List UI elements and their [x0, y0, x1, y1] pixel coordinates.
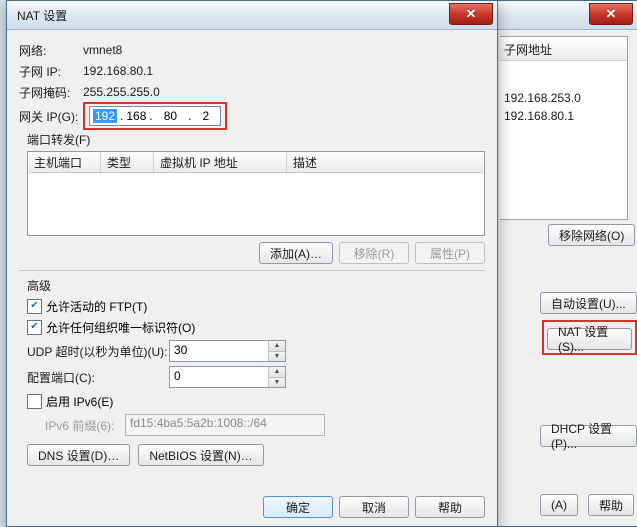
back-help-button[interactable]: 帮助 [588, 494, 634, 516]
dns-settings-button[interactable]: DNS 设置(D)… [27, 444, 130, 466]
help-button[interactable]: 帮助 [415, 496, 485, 518]
allow-oui-checkbox[interactable]: ✔ [27, 320, 42, 335]
spin-down-icon[interactable]: ▼ [269, 378, 285, 388]
gateway-octet-2[interactable]: 168 [126, 109, 146, 123]
col-type[interactable]: 类型 [101, 152, 154, 172]
col-vm-ip[interactable]: 虚拟机 IP 地址 [154, 152, 287, 172]
remove-button: 移除(R) [339, 242, 409, 264]
udp-timeout-label: UDP 超时(以秒为单位)(U): [27, 343, 169, 360]
back-a-button[interactable]: (A) [540, 494, 578, 516]
ipv6-prefix-label: IPv6 前缀(6): [45, 417, 125, 434]
port-forward-list[interactable]: 主机端口 类型 虚拟机 IP 地址 描述 [27, 151, 485, 236]
dialog-button-bar: 确定 取消 帮助 [263, 496, 485, 518]
auto-settings-button[interactable]: 自动设置(U)... [540, 292, 637, 314]
enable-ipv6-label: 启用 IPv6(E) [46, 393, 113, 410]
dialog-titlebar[interactable]: NAT 设置 ✕ [7, 1, 497, 30]
spin-up-icon[interactable]: ▲ [269, 367, 285, 378]
gateway-octet-1[interactable]: 192 [93, 109, 117, 123]
gateway-highlight: 192 . 168 . 80 . 2 [83, 102, 227, 130]
gateway-ip-input[interactable]: 192 . 168 . 80 . 2 [89, 106, 221, 126]
config-port-input[interactable]: 0 ▲▼ [169, 366, 286, 388]
subnet-ip-label: 子网 IP: [19, 63, 83, 80]
subnet-mask-label: 子网掩码: [19, 84, 83, 101]
config-port-label: 配置端口(C): [27, 369, 169, 386]
divider [19, 270, 485, 271]
subnet-mask-value: 255.255.255.0 [83, 85, 160, 99]
port-forward-header: 主机端口 类型 虚拟机 IP 地址 描述 [28, 152, 484, 173]
network-label: 网络: [19, 42, 83, 59]
allow-ftp-checkbox[interactable]: ✔ [27, 299, 42, 314]
subnet-list-item[interactable]: 192.168.253.0 [500, 89, 627, 107]
remove-network-button[interactable]: 移除网络(O) [548, 224, 635, 246]
nat-settings-highlight: NAT 设置(S)... [542, 320, 637, 355]
udp-timeout-value[interactable]: 30 [170, 341, 268, 361]
ipv6-prefix-input: fd15:4ba5:5a2b:1008::/64 [125, 414, 325, 436]
subnet-list-header: 子网地址 [500, 39, 627, 61]
gateway-octet-3[interactable]: 80 [156, 109, 185, 123]
network-value: vmnet8 [83, 43, 122, 57]
gateway-octet-4[interactable]: 2 [194, 109, 217, 123]
subnet-list[interactable]: 子网地址 192.168.253.0 192.168.80.1 [500, 36, 628, 220]
udp-timeout-input[interactable]: 30 ▲▼ [169, 340, 286, 362]
spin-down-icon[interactable]: ▼ [269, 352, 285, 362]
allow-oui-label: 允许任何组织唯一标识符(O) [46, 319, 195, 336]
advanced-title: 高级 [27, 277, 485, 294]
gateway-label: 网关 IP(G): [19, 108, 83, 125]
ok-button[interactable]: 确定 [263, 496, 333, 518]
parent-close-button[interactable]: ✕ [589, 3, 633, 25]
netbios-settings-button[interactable]: NetBIOS 设置(N)… [138, 444, 263, 466]
enable-ipv6-checkbox[interactable] [27, 394, 42, 409]
spin-up-icon[interactable]: ▲ [269, 341, 285, 352]
cancel-button[interactable]: 取消 [339, 496, 409, 518]
dialog-content: 网络: vmnet8 子网 IP: 192.168.80.1 子网掩码: 255… [7, 30, 497, 478]
dhcp-settings-button[interactable]: DHCP 设置(P)... [540, 425, 637, 447]
properties-button: 属性(P) [415, 242, 485, 264]
port-forward-title: 端口转发(F) [27, 131, 485, 148]
nat-settings-button[interactable]: NAT 设置(S)... [547, 328, 632, 350]
add-button[interactable]: 添加(A)… [259, 242, 333, 264]
dialog-close-button[interactable]: ✕ [449, 3, 493, 25]
config-port-value[interactable]: 0 [170, 367, 268, 387]
subnet-list-item[interactable]: 192.168.80.1 [500, 107, 627, 125]
close-icon: ✕ [466, 6, 477, 22]
dialog-title: NAT 设置 [17, 7, 449, 24]
col-description[interactable]: 描述 [287, 152, 484, 172]
allow-ftp-label: 允许活动的 FTP(T) [46, 298, 147, 315]
subnet-ip-value: 192.168.80.1 [83, 64, 153, 78]
col-host-port[interactable]: 主机端口 [28, 152, 101, 172]
close-icon: ✕ [606, 6, 617, 22]
nat-settings-dialog: NAT 设置 ✕ 网络: vmnet8 子网 IP: 192.168.80.1 … [6, 0, 498, 527]
